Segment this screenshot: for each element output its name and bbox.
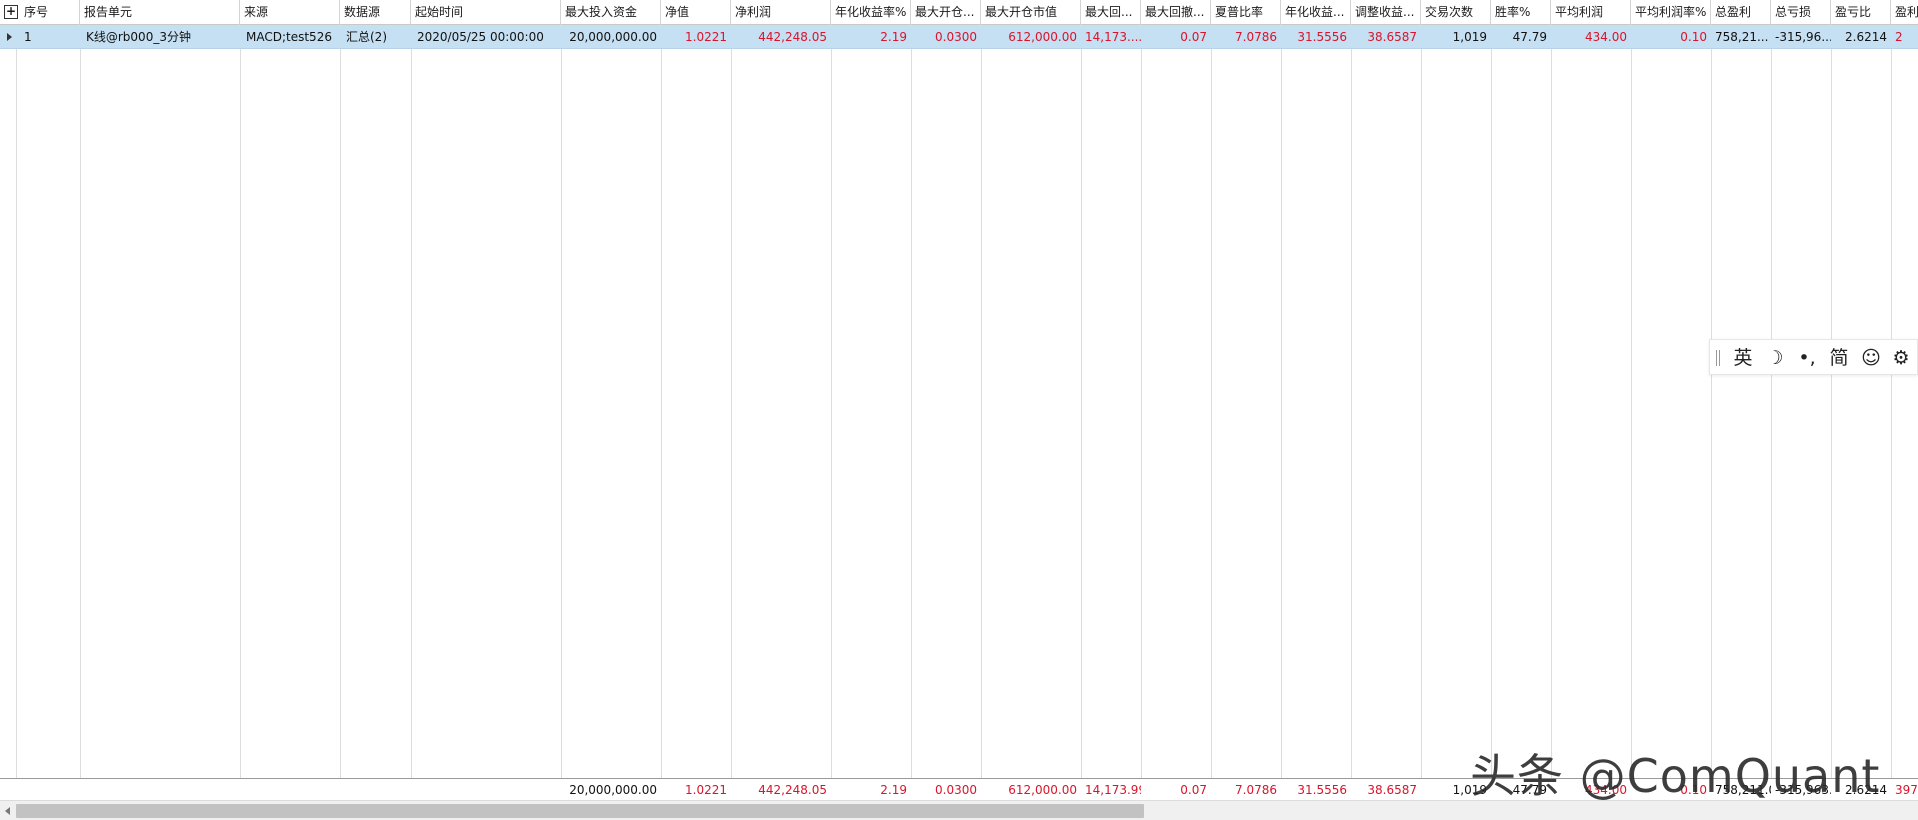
scrollbar-thumb[interactable] [16,804,1144,818]
column-header-index[interactable]: 序号 [20,0,80,25]
column-header-annual-return-2[interactable]: 年化收益... [1281,0,1351,25]
cell-trade-count: 1,019 [1452,30,1487,44]
column-header-win-rate[interactable]: 胜率% [1491,0,1551,25]
summary-profit-cut: 397 [1895,783,1918,797]
row-expand-icon[interactable] [7,33,12,41]
cell-annual-return-2: 31.5556 [1297,30,1347,44]
scroll-left-icon[interactable] [5,807,10,815]
summary-trade-count: 1,019 [1452,783,1487,797]
ime-toolbar: 英 ☽ •, 简 ☺ ⚙ [1709,339,1918,375]
cell-net-value: 1.0221 [685,30,727,44]
column-header-max-drawdown-pct[interactable]: 最大回撤... [1141,0,1211,25]
summary-avg-profit: 434.00 [1585,783,1627,797]
cell-max-capital: 20,000,000.00 [569,30,657,44]
emoji-icon[interactable]: ☺ [1858,345,1884,371]
column-header-profit-cut[interactable]: 盈利 [1891,0,1918,25]
summary-max-capital: 20,000,000.00 [569,783,657,797]
cell-annual-return: 2.19 [880,30,907,44]
punctuation-icon[interactable]: •, [1794,345,1820,371]
ime-drag-handle[interactable] [1716,350,1720,366]
cell-net-profit: 442,248.05 [758,30,827,44]
column-header-max-capital[interactable]: 最大投入资金 [561,0,661,25]
cell-max-open-value: 612,000.00 [1008,30,1077,44]
column-header-report-unit[interactable]: 报告单元 [80,0,240,25]
column-header-adjusted-return[interactable]: 调整收益... [1351,0,1421,25]
column-header-avg-profit-rate[interactable]: 平均利润率% [1631,0,1711,25]
summary-net-profit: 442,248.05 [758,783,827,797]
cell-max-drawdown-pct: 0.07 [1180,30,1207,44]
cell-max-drawdown: 14,173.... [1085,30,1141,44]
summary-total-loss: -315,963.03 [1775,783,1831,797]
cell-profit-cut: 2 [1895,30,1903,44]
column-header-trade-count[interactable]: 交易次数 [1421,0,1491,25]
summary-sharpe: 7.0786 [1235,783,1277,797]
cell-avg-profit: 434.00 [1585,30,1627,44]
summary-win-rate: 47.79 [1512,783,1547,797]
ime-simplified-toggle[interactable]: 简 [1826,345,1852,371]
summary-profit-loss-ratio: 2.6214 [1845,783,1887,797]
cell-profit-loss-ratio: 2.6214 [1845,30,1887,44]
cell-avg-profit-rate: 0.10 [1680,30,1707,44]
column-header-net-profit[interactable]: 净利润 [731,0,831,25]
summary-max-open-ratio: 0.0300 [935,783,977,797]
cell-win-rate: 47.79 [1512,30,1547,44]
cell-max-open-ratio: 0.0300 [935,30,977,44]
column-header-max-drawdown[interactable]: 最大回... [1081,0,1141,25]
summary-max-open-value: 612,000.00 [1008,783,1077,797]
horizontal-scrollbar[interactable] [0,800,1918,820]
cell-sharpe: 7.0786 [1235,30,1277,44]
report-grid: + 序号 报告单元 来源 数据源 起始时间 最大投入资金 净值 净利润 年化收益… [0,0,1918,820]
column-header-source[interactable]: 来源 [240,0,340,25]
cell-data-source: 汇总(2) [346,30,387,44]
summary-annual-return-2: 31.5556 [1297,783,1347,797]
gear-icon[interactable]: ⚙ [1888,345,1914,371]
summary-avg-profit-rate: 0.10 [1680,783,1707,797]
column-header-profit-loss-ratio[interactable]: 盈亏比 [1831,0,1891,25]
summary-annual-return: 2.19 [880,783,907,797]
column-header-max-open-value[interactable]: 最大开仓市值 [981,0,1081,25]
moon-icon[interactable]: ☽ [1762,345,1788,371]
cell-total-loss: -315,96... [1775,30,1831,44]
summary-row: 20,000,000.00 1.0221 442,248.05 2.19 0.0… [0,778,1918,800]
summary-adjusted-return: 38.6587 [1367,783,1417,797]
column-header-sharpe[interactable]: 夏普比率 [1211,0,1281,25]
summary-max-drawdown: 14,173.99 [1085,783,1141,797]
cell-start-time: 2020/05/25 00:00:00 [417,30,544,44]
cell-report-unit: K线@rb000_3分钟 [86,30,191,44]
summary-max-drawdown-pct: 0.07 [1180,783,1207,797]
expand-all-button[interactable]: + [4,5,18,19]
column-header-data-source[interactable]: 数据源 [340,0,411,25]
column-header-total-profit[interactable]: 总盈利 [1711,0,1771,25]
column-header-start-time[interactable]: 起始时间 [411,0,561,25]
column-header-total-loss[interactable]: 总亏损 [1771,0,1831,25]
column-header-net-value[interactable]: 净值 [661,0,731,25]
summary-total-profit: 758,211.08 [1715,783,1771,797]
column-header-avg-profit[interactable]: 平均利润 [1551,0,1631,25]
grid-header: + 序号 报告单元 来源 数据源 起始时间 最大投入资金 净值 净利润 年化收益… [0,0,1918,25]
cell-adjusted-return: 38.6587 [1367,30,1417,44]
ime-language-toggle[interactable]: 英 [1730,345,1756,371]
column-header-annual-return[interactable]: 年化收益率% [831,0,911,25]
cell-source: MACD;test526 [246,30,332,44]
cell-total-profit: 758,21... [1715,30,1769,44]
table-row[interactable]: 1 K线@rb000_3分钟 MACD;test526 汇总(2) 2020/0… [0,25,1918,49]
summary-net-value: 1.0221 [685,783,727,797]
column-header-max-open-ratio[interactable]: 最大开仓... [911,0,981,25]
cell-index: 1 [24,30,32,44]
grid-column-lines [0,0,1918,800]
